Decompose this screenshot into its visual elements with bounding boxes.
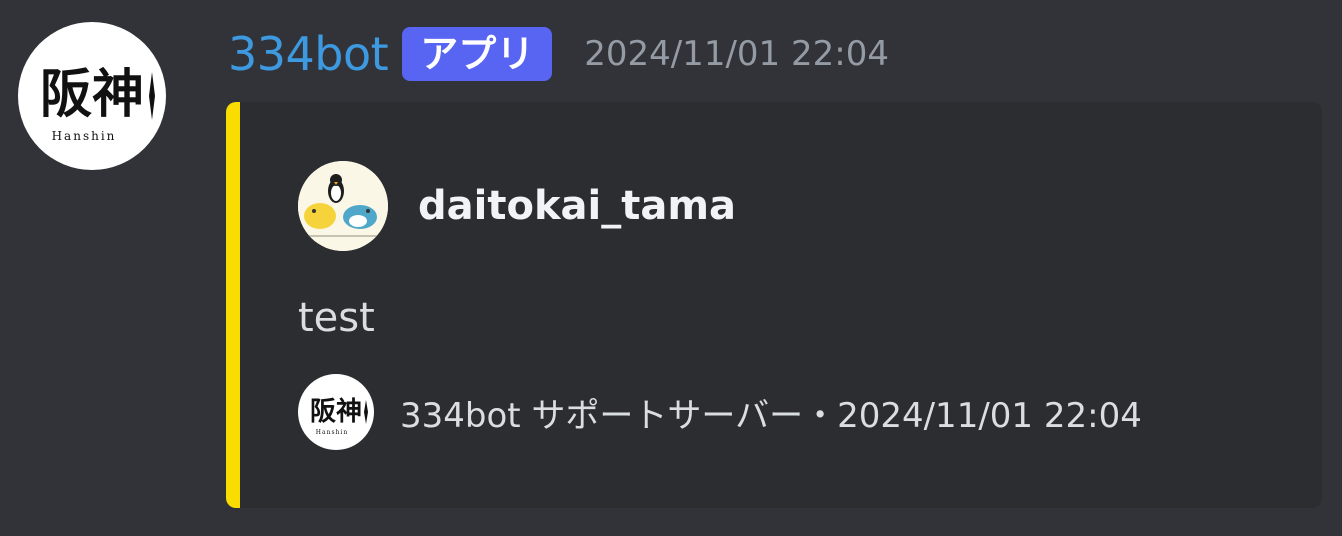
penguin-mascot-icon bbox=[298, 161, 388, 251]
chat-message: 阪神 Hanshin 334bot アプリ 2024/11/01 22:04 d… bbox=[0, 0, 1342, 536]
author-avatar[interactable] bbox=[298, 161, 388, 251]
svg-text:阪神: 阪神 bbox=[40, 64, 144, 125]
embed-author-name[interactable]: daitokai_tama bbox=[418, 183, 736, 229]
embed-author: daitokai_tama bbox=[298, 160, 736, 252]
message-header: 334bot アプリ 2024/11/01 22:04 bbox=[228, 22, 889, 86]
footer-icon: 阪神 Hanshin bbox=[298, 374, 374, 450]
hanshin-logo-icon: 阪神 Hanshin bbox=[40, 64, 155, 143]
embed-footer-text: 334bot サポートサーバー・2024/11/01 22:04 bbox=[400, 395, 1142, 436]
bot-avatar[interactable]: 阪神 Hanshin bbox=[18, 22, 166, 170]
message-timestamp[interactable]: 2024/11/01 22:04 bbox=[584, 22, 889, 86]
hanshin-logo-icon: 阪神 Hanshin bbox=[310, 397, 368, 436]
embed-description: test bbox=[298, 295, 375, 341]
svg-text:阪神: 阪神 bbox=[310, 397, 362, 427]
svg-text:Hanshin: Hanshin bbox=[52, 129, 117, 143]
app-badge: アプリ bbox=[402, 27, 553, 81]
embed-footer: 阪神 Hanshin 334bot サポートサーバー・2024/11/01 22… bbox=[298, 374, 1142, 450]
message-embed: daitokai_tama test 阪神 Hanshin 334bot サポー… bbox=[226, 102, 1322, 508]
username[interactable]: 334bot bbox=[228, 22, 389, 86]
svg-text:Hanshin: Hanshin bbox=[316, 429, 348, 436]
